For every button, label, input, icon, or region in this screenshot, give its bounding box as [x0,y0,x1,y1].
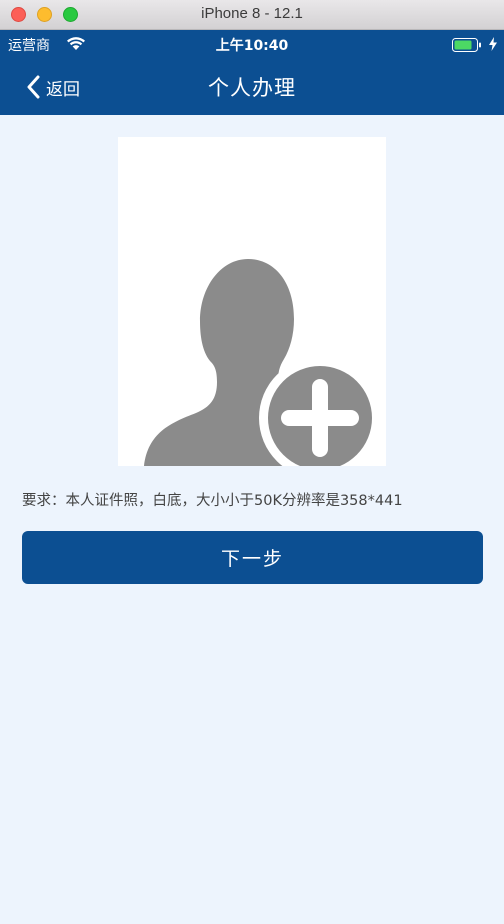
person-add-icon [144,259,381,466]
charging-icon [489,37,497,51]
window-titlebar: iPhone 8 - 12.1 [0,0,504,30]
requirement-text: 要求：本人证件照，白底，大小小于50K分辨率是358*441 [22,493,403,509]
status-bar: 运营商 上午10:40 [0,30,504,59]
page-title: 个人办理 [208,76,296,100]
navigation-bar: 返回 个人办理 [0,59,504,115]
window-title: iPhone 8 - 12.1 [201,5,303,22]
battery-icon [452,38,481,52]
photo-upload-area[interactable] [118,137,386,466]
status-time: 上午10:40 [215,38,289,54]
next-step-button[interactable]: 下一步 [22,531,483,584]
